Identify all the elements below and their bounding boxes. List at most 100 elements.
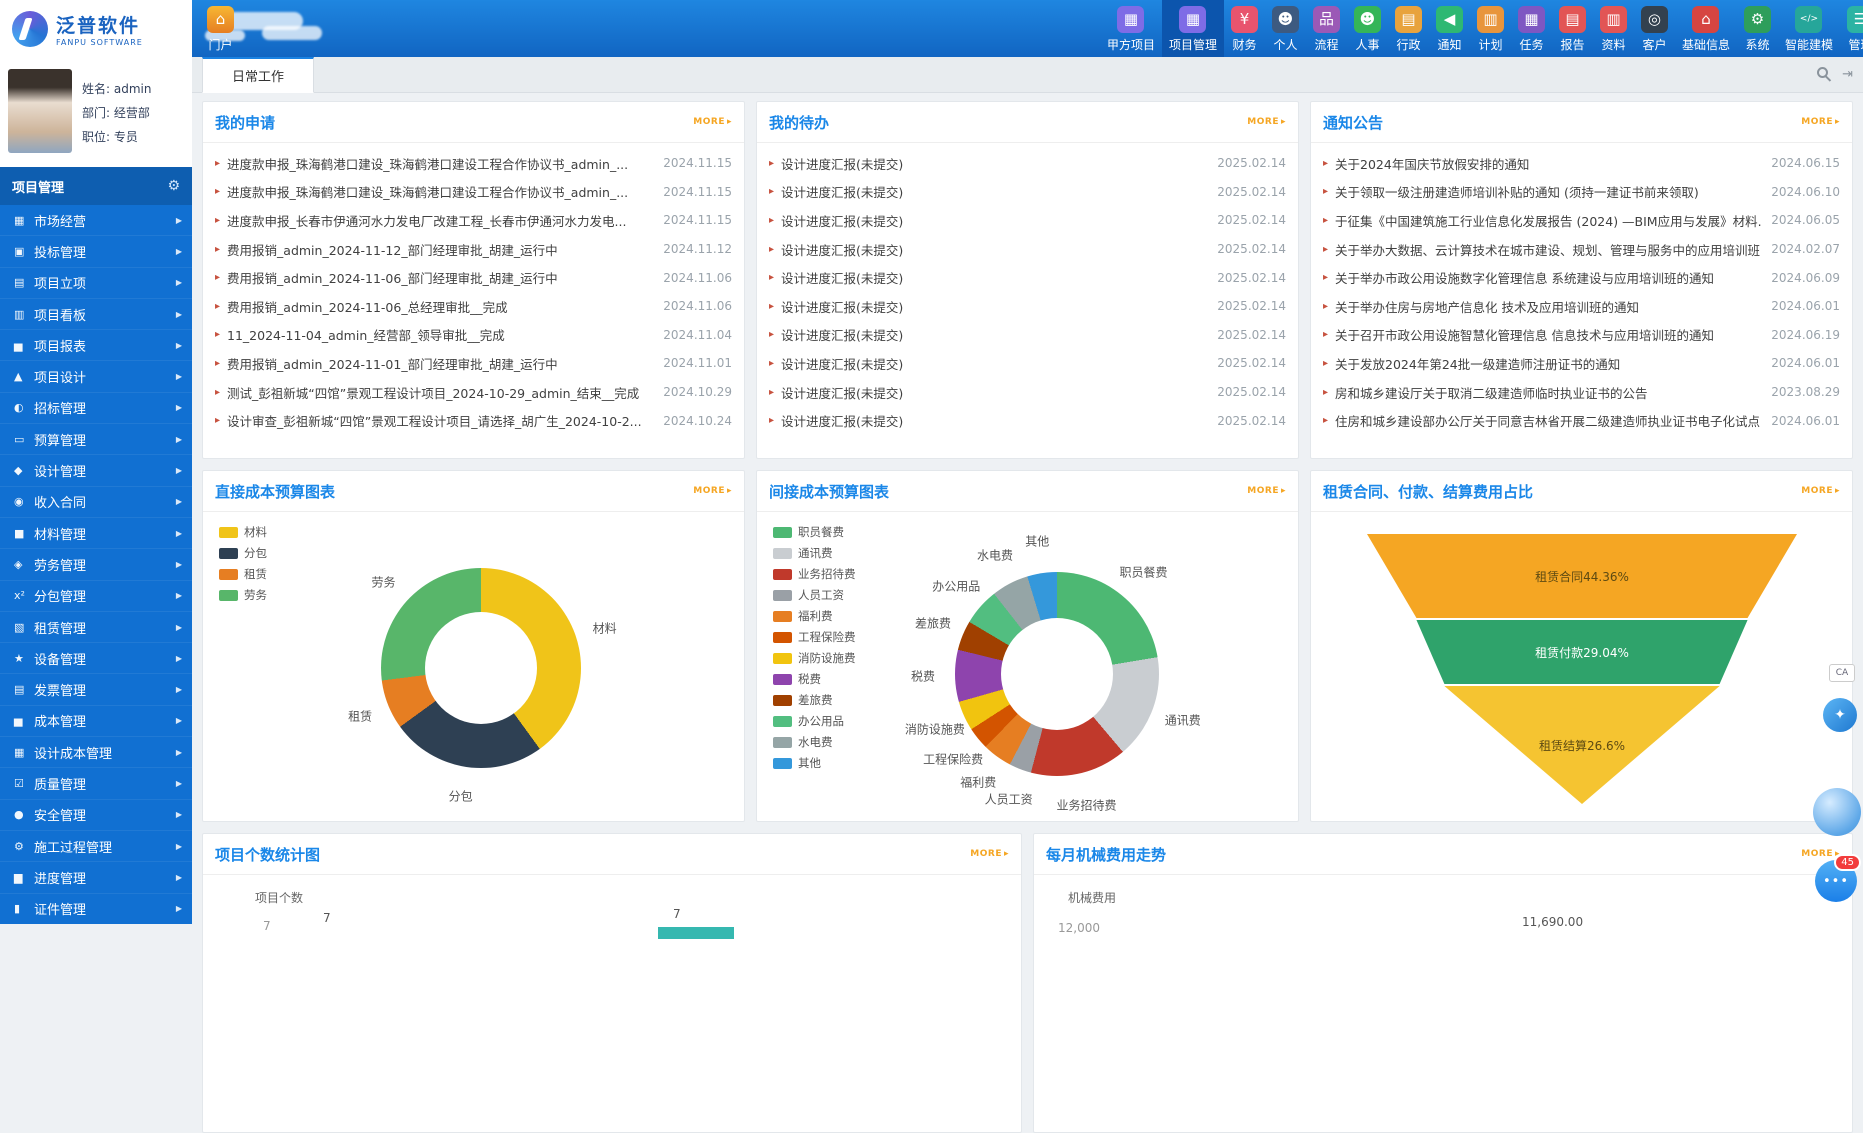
more-link[interactable]: MORE▸ <box>1801 117 1840 127</box>
topnav-item-8[interactable]: ▥计划 <box>1470 0 1511 57</box>
sidebar-item-10[interactable]: ■材料管理▶ <box>0 518 192 549</box>
list-item[interactable]: ▸关于2024年国庆节放假安排的通知2024.06.15 <box>1323 149 1840 178</box>
sidebar-item-label: 成本管理 <box>34 711 86 730</box>
sidebar-item-12[interactable]: x²分包管理▶ <box>0 581 192 612</box>
sidebar-section-title: 项目管理 <box>12 177 64 196</box>
topnav-item-5[interactable]: ☻人事 <box>1347 0 1388 57</box>
key-icon[interactable] <box>1817 67 1832 82</box>
topnav-item-4[interactable]: 品流程 <box>1306 0 1347 57</box>
more-link[interactable]: MORE▸ <box>1801 486 1840 496</box>
list-item[interactable]: ▸设计进度汇报(未提交)2025.02.14 <box>769 321 1286 350</box>
topnav-item-13[interactable]: ⌂基础信息 <box>1675 0 1737 57</box>
sidebar-item-22[interactable]: ▮证件管理▶ <box>0 894 192 924</box>
slice-label: 工程保险费 <box>923 750 983 767</box>
more-link[interactable]: MORE▸ <box>693 117 732 127</box>
list-item[interactable]: ▸住房和城乡建设部办公厅关于同意吉林省开展二级建造师执业证书电子化试点...20… <box>1323 406 1840 435</box>
code-icon: </> <box>1795 6 1822 33</box>
quick-link-icon[interactable]: ✦ <box>1823 698 1857 732</box>
list-item[interactable]: ▸设计审查_彭祖新城“四馆”景观工程设计项目_请选择_胡广生_2024-10-2… <box>215 406 732 435</box>
sidebar-item-9[interactable]: ◉收入合同▶ <box>0 487 192 518</box>
list-item[interactable]: ▸费用报销_admin_2024-11-06_总经理审批__完成2024.11.… <box>215 292 732 321</box>
list-item[interactable]: ▸设计进度汇报(未提交)2025.02.14 <box>769 349 1286 378</box>
list-item[interactable]: ▸设计进度汇报(未提交)2025.02.14 <box>769 206 1286 235</box>
list-item[interactable]: ▸设计进度汇报(未提交)2025.02.14 <box>769 149 1286 178</box>
list-item[interactable]: ▸设计进度汇报(未提交)2025.02.14 <box>769 292 1286 321</box>
bullet-icon: ▸ <box>215 244 220 255</box>
gear-icon[interactable]: ⚙ <box>167 178 180 194</box>
list-item[interactable]: ▸关于发放2024年第24批一级建造师注册证书的通知2024.06.01 <box>1323 349 1840 378</box>
list-item[interactable]: ▸进度款申报_长春市伊通河水力发电厂改建工程_长春市伊通河水力发电...2024… <box>215 206 732 235</box>
sidebar-item-3[interactable]: ▥项目看板▶ <box>0 299 192 330</box>
sidebar-item-20[interactable]: ⚙施工过程管理▶ <box>0 831 192 862</box>
list-item[interactable]: ▸房和城乡建设厅关于取消二级建造师临时执业证书的公告2023.08.29 <box>1323 378 1840 407</box>
list-item[interactable]: ▸关于召开市政公用设施智慧化管理信息 信息技术与应用培训班的通知2024.06.… <box>1323 321 1840 350</box>
app-logo[interactable]: 泛普软件 FANPU SOFTWARE <box>0 0 192 57</box>
list-item[interactable]: ▸设计进度汇报(未提交)2025.02.14 <box>769 178 1286 207</box>
sidebar-item-15[interactable]: ▤发票管理▶ <box>0 674 192 705</box>
topnav-item-6[interactable]: ▤行政 <box>1388 0 1429 57</box>
topnav-item-9[interactable]: ▦任务 <box>1511 0 1552 57</box>
list-item[interactable]: ▸设计进度汇报(未提交)2025.02.14 <box>769 378 1286 407</box>
tab-daily-work[interactable]: 日常工作 <box>202 57 314 93</box>
topnav-item-15[interactable]: </>智能建模 <box>1778 0 1840 57</box>
list-item[interactable]: ▸费用报销_admin_2024-11-06_部门经理审批_胡建_运行中2024… <box>215 263 732 292</box>
list-item[interactable]: ▸设计进度汇报(未提交)2025.02.14 <box>769 406 1286 435</box>
list-item[interactable]: ▸设计进度汇报(未提交)2025.02.14 <box>769 263 1286 292</box>
list-item[interactable]: ▸关于领取一级注册建造师培训补贴的通知 (须持一建证书前来领取)2024.06.… <box>1323 178 1840 207</box>
topnav-item-12[interactable]: ◎客户 <box>1634 0 1675 57</box>
sidebar-section-header: 项目管理 ⚙ <box>0 167 192 205</box>
list-item[interactable]: ▸费用报销_admin_2024-11-12_部门经理审批_胡建_运行中2024… <box>215 235 732 264</box>
topnav-item-16[interactable]: ☰管理 <box>1840 0 1863 57</box>
item-text: 11_2024-11-04_admin_经营部_领导审批__完成 <box>227 325 653 344</box>
topnav-item-portal[interactable]: ⌂ 门户 <box>200 0 241 57</box>
more-link[interactable]: MORE▸ <box>970 849 1009 859</box>
sidebar-item-17[interactable]: ▦设计成本管理▶ <box>0 737 192 768</box>
ca-widget[interactable]: CA <box>1829 664 1855 682</box>
list-item[interactable]: ▸11_2024-11-04_admin_经营部_领导审批__完成2024.11… <box>215 321 732 350</box>
sidebar-item-21[interactable]: ▆进度管理▶ <box>0 862 192 893</box>
topnav-item-1[interactable]: ▦项目管理 <box>1162 0 1224 57</box>
collapse-icon[interactable]: ⇥ <box>1842 68 1853 81</box>
list-item[interactable]: ▸关于举办住房与房地产信息化 技术及应用培训班的通知2024.06.01 <box>1323 292 1840 321</box>
sidebar-item-8[interactable]: ◆设计管理▶ <box>0 455 192 486</box>
topnav-item-11[interactable]: ▥资料 <box>1593 0 1634 57</box>
legend-swatch <box>773 548 792 559</box>
list-item[interactable]: ▸关于举办市政公用设施数字化管理信息 系统建设与应用培训班的通知2024.06.… <box>1323 263 1840 292</box>
list-item[interactable]: ▸进度款申报_珠海鹤港口建设_珠海鹤港口建设工程合作协议书_admin_...2… <box>215 178 732 207</box>
y-axis-label: 项目个数 <box>255 889 303 906</box>
sidebar-item-label: 项目报表 <box>34 336 86 355</box>
list-item[interactable]: ▸测试_彭祖新城“四馆”景观工程设计项目_2024-10-29_admin_结束… <box>215 378 732 407</box>
list-item[interactable]: ▸关于举办大数据、云计算技术在城市建设、规划、管理与服务中的应用培训班...20… <box>1323 235 1840 264</box>
topnav-item-0[interactable]: ▦甲方项目 <box>1100 0 1162 57</box>
chat-icon[interactable]: ••• 45 <box>1815 860 1857 902</box>
item-text: 设计进度汇报(未提交) <box>781 325 1207 344</box>
more-link[interactable]: MORE▸ <box>693 486 732 496</box>
sidebar-item-4[interactable]: ▅项目报表▶ <box>0 330 192 361</box>
list-item[interactable]: ▸于征集《中国建筑施工行业信息化发展报告 (2024) —BIM应用与发展》材料… <box>1323 206 1840 235</box>
sidebar-item-1[interactable]: ▣投标管理▶ <box>0 236 192 267</box>
topnav-item-3[interactable]: ☻个人 <box>1265 0 1306 57</box>
slice-label: 分包 <box>449 788 473 805</box>
sidebar-item-7[interactable]: ▭预算管理▶ <box>0 424 192 455</box>
sidebar-item-6[interactable]: ◐招标管理▶ <box>0 393 192 424</box>
sidebar-item-0[interactable]: ▦市场经营▶ <box>0 205 192 236</box>
more-link[interactable]: MORE▸ <box>1247 486 1286 496</box>
sidebar-item-2[interactable]: ▤项目立项▶ <box>0 268 192 299</box>
sidebar-item-5[interactable]: ▲项目设计▶ <box>0 361 192 392</box>
list-item[interactable]: ▸进度款申报_珠海鹤港口建设_珠海鹤港口建设工程合作协议书_admin_...2… <box>215 149 732 178</box>
topnav-item-7[interactable]: ◀通知 <box>1429 0 1470 57</box>
sidebar-item-13[interactable]: ▧租赁管理▶ <box>0 612 192 643</box>
topnav-item-14[interactable]: ⚙系统 <box>1737 0 1778 57</box>
sidebar-item-19[interactable]: ●安全管理▶ <box>0 800 192 831</box>
sidebar-item-14[interactable]: ★设备管理▶ <box>0 643 192 674</box>
sidebar-item-11[interactable]: ◈劳务管理▶ <box>0 549 192 580</box>
topnav-item-10[interactable]: ▤报告 <box>1552 0 1593 57</box>
sidebar-item-18[interactable]: ☑质量管理▶ <box>0 768 192 799</box>
sidebar-item-icon: ▭ <box>14 433 34 446</box>
topnav-item-2[interactable]: ¥财务 <box>1224 0 1265 57</box>
more-link[interactable]: MORE▸ <box>1247 117 1286 127</box>
list-item[interactable]: ▸费用报销_admin_2024-11-01_部门经理审批_胡建_运行中2024… <box>215 349 732 378</box>
assistant-sphere-icon[interactable] <box>1813 788 1861 836</box>
sidebar-item-16[interactable]: ▅成本管理▶ <box>0 706 192 737</box>
list-item[interactable]: ▸设计进度汇报(未提交)2025.02.14 <box>769 235 1286 264</box>
